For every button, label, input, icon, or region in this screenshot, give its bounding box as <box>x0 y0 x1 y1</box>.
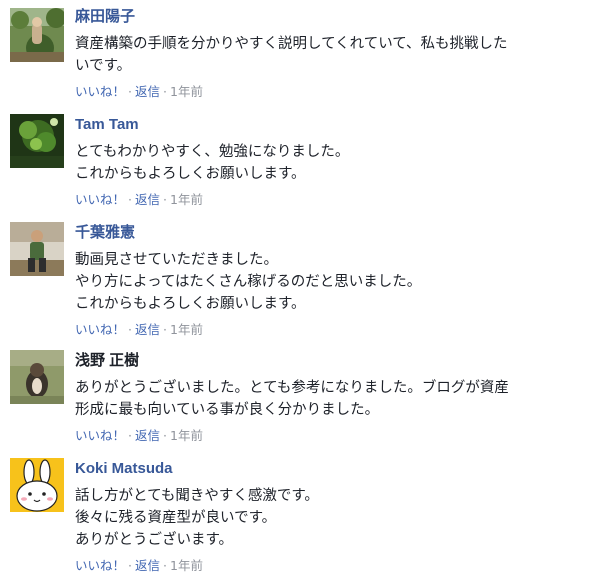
comment-body: 資産構築の手順を分かりやすく説明してくれていて、私も挑戦した いです。 <box>75 33 580 77</box>
reply-link[interactable]: 返信 <box>135 428 160 443</box>
avatar[interactable] <box>10 222 64 276</box>
rabbit-illustration-icon <box>10 458 64 512</box>
comment-actions: いいね！ · 返信 · 1年前 <box>75 192 580 208</box>
reply-link[interactable]: 返信 <box>135 322 160 337</box>
green-tree-photo-icon <box>10 114 64 168</box>
comment-author[interactable]: 千葉雅憲 <box>75 223 135 243</box>
avatar[interactable] <box>10 114 64 168</box>
separator: · <box>128 428 132 443</box>
avatar[interactable] <box>10 350 64 404</box>
like-link[interactable]: いいね！ <box>75 428 125 443</box>
reply-link[interactable]: 返信 <box>135 558 160 573</box>
comment-body: 動画見させていただきました。 やり方によってはたくさん稼げるのだと思いました。 … <box>75 249 580 315</box>
comment-line: やり方によってはたくさん稼げるのだと思いました。 <box>75 274 422 290</box>
comment-line: これからもよろしくお願いします。 <box>75 166 306 182</box>
separator: · <box>163 84 167 99</box>
reply-link[interactable]: 返信 <box>135 192 160 207</box>
avatar[interactable] <box>10 458 64 512</box>
separator: · <box>128 558 132 573</box>
separator: · <box>163 192 167 207</box>
garden-photo-icon <box>10 8 64 62</box>
comment-line: とてもわかりやすく、勉強になりました。 <box>75 144 350 160</box>
comment-line: 動画見させていただきました。 <box>75 252 278 268</box>
comment-line: 後々に残る資産型が良いです。 <box>75 510 277 526</box>
comment-timestamp[interactable]: 1年前 <box>170 84 203 99</box>
comment-line: これからもよろしくお願いします。 <box>75 296 306 312</box>
comment-actions: いいね！ · 返信 · 1年前 <box>75 84 580 100</box>
separator: · <box>163 428 167 443</box>
comment-timestamp[interactable]: 1年前 <box>170 322 203 337</box>
avatar[interactable] <box>10 8 64 62</box>
comment-timestamp[interactable]: 1年前 <box>170 428 203 443</box>
comment-line: ありがとうございます。 <box>75 532 234 548</box>
comment-line: ありがとうございました。とても参考になりました。ブログが資産 <box>75 380 509 396</box>
comment-line: 資産構築の手順を分かりやすく説明してくれていて、私も挑戦した <box>75 36 508 52</box>
comment-body: ありがとうございました。とても参考になりました。ブログが資産 形成に最も向いてい… <box>75 377 580 421</box>
separator: · <box>128 192 132 207</box>
dog-photo-icon <box>10 350 64 404</box>
like-link[interactable]: いいね！ <box>75 558 125 573</box>
comment-timestamp[interactable]: 1年前 <box>170 192 203 207</box>
comment-author[interactable]: Tam Tam <box>75 115 139 135</box>
separator: · <box>163 558 167 573</box>
separator: · <box>128 84 132 99</box>
comment-actions: いいね！ · 返信 · 1年前 <box>75 558 580 574</box>
comment-author[interactable]: 浅野 正樹 <box>75 351 139 371</box>
comment-line: 形成に最も向いている事が良く分かりました。 <box>75 402 380 418</box>
comment-timestamp[interactable]: 1年前 <box>170 558 203 573</box>
like-link[interactable]: いいね！ <box>75 322 125 337</box>
comment-line: 話し方がとても聞きやすく感激です。 <box>75 488 319 504</box>
separator: · <box>163 322 167 337</box>
comment-actions: いいね！ · 返信 · 1年前 <box>75 322 580 338</box>
like-link[interactable]: いいね！ <box>75 192 125 207</box>
comment-list: 麻田陽子 資産構築の手順を分かりやすく説明してくれていて、私も挑戦した いです。… <box>0 0 600 584</box>
comment-actions: いいね！ · 返信 · 1年前 <box>75 428 580 444</box>
person-photo-icon <box>10 222 64 276</box>
reply-link[interactable]: 返信 <box>135 84 160 99</box>
like-link[interactable]: いいね！ <box>75 84 125 99</box>
comment-author[interactable]: Koki Matsuda <box>75 459 173 479</box>
comment-line: いです。 <box>75 58 132 74</box>
comment-body: とてもわかりやすく、勉強になりました。 これからもよろしくお願いします。 <box>75 141 580 185</box>
comment-body: 話し方がとても聞きやすく感激です。 後々に残る資産型が良いです。 ありがとうござ… <box>75 485 580 551</box>
comment-author[interactable]: 麻田陽子 <box>75 7 135 27</box>
separator: · <box>128 322 132 337</box>
